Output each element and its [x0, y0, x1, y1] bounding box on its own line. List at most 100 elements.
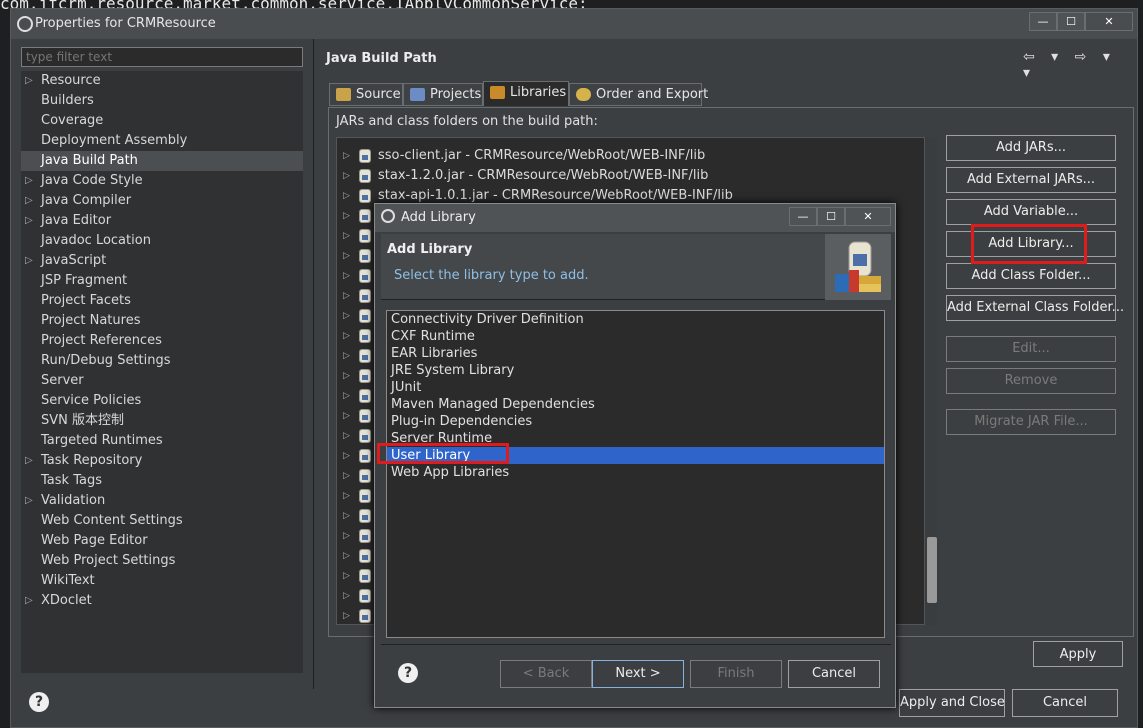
expand-arrow-icon[interactable]: ▷: [343, 426, 350, 446]
nav-item[interactable]: Javadoc Location: [21, 231, 303, 251]
library-action-button[interactable]: Add External JARs...: [946, 167, 1116, 193]
cancel-button[interactable]: Cancel: [1012, 689, 1118, 717]
list-item[interactable]: EAR Libraries: [387, 345, 884, 362]
list-item[interactable]: JUnit: [387, 379, 884, 396]
nav-item[interactable]: ▷ Validation: [21, 491, 303, 511]
expand-arrow-icon[interactable]: ▷: [343, 326, 350, 346]
expand-arrow-icon[interactable]: ▷: [25, 71, 33, 91]
nav-item[interactable]: Web Project Settings: [21, 551, 303, 571]
close-button[interactable]: ✕: [1085, 12, 1133, 31]
nav-item[interactable]: Builders: [21, 91, 303, 111]
library-type-list[interactable]: Connectivity Driver Definition CXF Runtim…: [386, 310, 885, 638]
list-item[interactable]: Connectivity Driver Definition: [387, 311, 884, 328]
tree-scrollbar[interactable]: [924, 137, 938, 625]
expand-arrow-icon[interactable]: ▷: [343, 306, 350, 326]
dialog-help-icon[interactable]: ?: [398, 663, 418, 683]
nav-item[interactable]: ▷ Java Code Style: [21, 171, 303, 191]
apply-and-close-button[interactable]: Apply and Close: [899, 689, 1005, 717]
library-action-button[interactable]: Add JARs...: [946, 135, 1116, 161]
list-item[interactable]: Maven Managed Dependencies: [387, 396, 884, 413]
help-icon[interactable]: ?: [29, 692, 49, 712]
nav-item[interactable]: ▷ Task Repository: [21, 451, 303, 471]
splitter[interactable]: [313, 39, 314, 689]
scroll-thumb[interactable]: [927, 537, 937, 603]
nav-item[interactable]: WikiText: [21, 571, 303, 591]
list-item[interactable]: Plug-in Dependencies: [387, 413, 884, 430]
nav-item[interactable]: Project References: [21, 331, 303, 351]
maximize-button[interactable]: ☐: [1057, 12, 1085, 31]
expand-arrow-icon[interactable]: ▷: [343, 586, 350, 606]
library-action-button[interactable]: Edit...: [946, 336, 1116, 362]
dialog-close-button[interactable]: ✕: [845, 207, 891, 226]
dialog-cancel-button[interactable]: Cancel: [788, 660, 880, 688]
history-nav-arrows[interactable]: ⇦ ▾ ⇨ ▾ ▾: [1023, 49, 1137, 81]
nav-item[interactable]: Web Page Editor: [21, 531, 303, 551]
expand-arrow-icon[interactable]: ▷: [343, 186, 350, 206]
tab-libraries[interactable]: Libraries: [483, 81, 569, 106]
library-action-button[interactable]: Add Variable...: [946, 199, 1116, 225]
nav-item[interactable]: Service Policies: [21, 391, 303, 411]
expand-arrow-icon[interactable]: ▷: [343, 386, 350, 406]
expand-arrow-icon[interactable]: ▷: [25, 171, 33, 191]
expand-arrow-icon[interactable]: ▷: [343, 406, 350, 426]
dialog-titlebar[interactable]: Add Library — ☐ ✕: [375, 204, 895, 232]
expand-arrow-icon[interactable]: ▷: [343, 606, 350, 626]
expand-arrow-icon[interactable]: ▷: [343, 286, 350, 306]
expand-arrow-icon[interactable]: ▷: [343, 146, 350, 166]
list-item[interactable]: Web App Libraries: [387, 464, 884, 481]
nav-item[interactable]: Java Build Path: [21, 151, 303, 171]
table-row[interactable]: ▷ stax-1.2.0.jar - CRMResource/WebRoot/WE…: [337, 166, 925, 186]
expand-arrow-icon[interactable]: ▷: [25, 491, 33, 511]
expand-arrow-icon[interactable]: ▷: [343, 346, 350, 366]
expand-arrow-icon[interactable]: ▷: [343, 466, 350, 486]
expand-arrow-icon[interactable]: ▷: [25, 191, 33, 211]
expand-arrow-icon[interactable]: ▷: [343, 526, 350, 546]
window-titlebar[interactable]: Properties for CRMResource — ☐ ✕: [11, 9, 1137, 39]
expand-arrow-icon[interactable]: ▷: [343, 366, 350, 386]
nav-item[interactable]: Project Facets: [21, 291, 303, 311]
nav-item[interactable]: ▷ Resource: [21, 71, 303, 91]
list-item[interactable]: CXF Runtime: [387, 328, 884, 345]
nav-item[interactable]: Targeted Runtimes: [21, 431, 303, 451]
nav-item[interactable]: Deployment Assembly: [21, 131, 303, 151]
expand-arrow-icon[interactable]: ▷: [343, 566, 350, 586]
expand-arrow-icon[interactable]: ▷: [25, 451, 33, 471]
library-action-button[interactable]: Migrate JAR File...: [946, 409, 1116, 435]
nav-item[interactable]: JSP Fragment: [21, 271, 303, 291]
finish-button[interactable]: Finish: [690, 660, 782, 688]
expand-arrow-icon[interactable]: ▷: [343, 206, 350, 226]
list-item[interactable]: JRE System Library: [387, 362, 884, 379]
nav-item[interactable]: ▷ JavaScript: [21, 251, 303, 271]
nav-item[interactable]: SVN 版本控制: [21, 411, 303, 431]
dialog-maximize-button[interactable]: ☐: [817, 207, 845, 226]
expand-arrow-icon[interactable]: ▷: [343, 506, 350, 526]
tab-order-export[interactable]: Order and Export: [569, 83, 708, 106]
table-row[interactable]: ▷ sso-client.jar - CRMResource/WebRoot/WE…: [337, 146, 925, 166]
expand-arrow-icon[interactable]: ▷: [343, 486, 350, 506]
nav-item[interactable]: Run/Debug Settings: [21, 351, 303, 371]
expand-arrow-icon[interactable]: ▷: [343, 166, 350, 186]
tab-source[interactable]: Source: [329, 83, 403, 106]
filter-input[interactable]: [21, 47, 303, 67]
apply-button[interactable]: Apply: [1033, 641, 1123, 667]
expand-arrow-icon[interactable]: ▷: [343, 246, 350, 266]
nav-item[interactable]: Web Content Settings: [21, 511, 303, 531]
expand-arrow-icon[interactable]: ▷: [343, 266, 350, 286]
nav-item[interactable]: Server: [21, 371, 303, 391]
library-action-button[interactable]: Add External Class Folder...: [946, 295, 1124, 321]
expand-arrow-icon[interactable]: ▷: [25, 591, 33, 611]
nav-item[interactable]: Task Tags: [21, 471, 303, 491]
expand-arrow-icon[interactable]: ▷: [343, 446, 350, 466]
nav-item[interactable]: ▷ Java Compiler: [21, 191, 303, 211]
nav-item[interactable]: ▷ XDoclet: [21, 591, 303, 611]
nav-item[interactable]: Coverage: [21, 111, 303, 131]
tab-projects[interactable]: Projects: [403, 83, 483, 106]
dialog-minimize-button[interactable]: —: [789, 207, 817, 226]
expand-arrow-icon[interactable]: ▷: [343, 546, 350, 566]
expand-arrow-icon[interactable]: ▷: [25, 251, 33, 271]
next-button[interactable]: Next >: [592, 660, 684, 688]
nav-item[interactable]: Project Natures: [21, 311, 303, 331]
library-action-button[interactable]: Remove: [946, 368, 1116, 394]
library-action-button[interactable]: Add Class Folder...: [946, 263, 1116, 289]
back-button[interactable]: < Back: [500, 660, 592, 688]
